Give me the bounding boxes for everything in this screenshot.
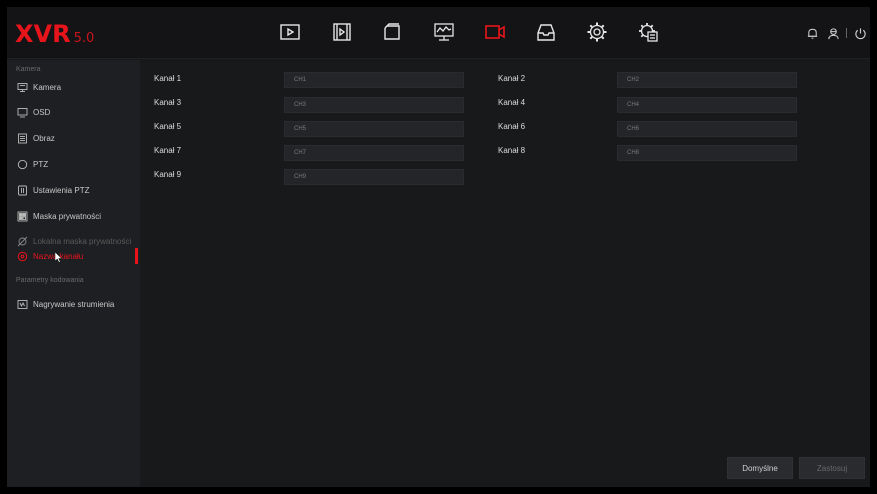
sidebar-item-label: OSD (33, 108, 51, 117)
sidebar-item-channel-name[interactable]: Nazwa kanału (7, 246, 140, 267)
channel-name-input[interactable]: CH3 (284, 97, 464, 113)
channel-label: Kanał 6 (498, 122, 526, 131)
channel-label: Kanał 1 (154, 74, 182, 83)
sidebar-group-title: Parametry kodowania (16, 277, 84, 284)
sidebar-item-label: Maska prywatności (33, 212, 102, 221)
stream-icon (17, 299, 28, 310)
channel-name-input[interactable]: CH4 (617, 97, 797, 113)
default-button[interactable]: Domyślne (727, 457, 793, 479)
channel-label: Kanał 7 (154, 146, 182, 155)
channel-name-icon (17, 251, 28, 262)
channel-name-input[interactable]: CH1 (284, 72, 464, 88)
sidebar-item-osd[interactable]: OSD (7, 102, 140, 123)
video-clip-icon[interactable] (330, 20, 354, 44)
alarm-bell-icon[interactable] (804, 25, 820, 41)
channel-name-input[interactable]: CH5 (284, 121, 464, 137)
channel-name-input[interactable]: CH6 (617, 121, 797, 137)
channel-name-panel: Kanał 1 CH1 Kanał 2 CH2 Kanał 3 CH3 Kana… (140, 60, 870, 487)
apply-button[interactable]: Zastosuj (799, 457, 865, 479)
mouse-cursor-icon (55, 252, 63, 263)
camera-list-icon (17, 82, 28, 93)
top-navigation-bar: XVR 5.0 (7, 7, 870, 59)
channel-label: Kanał 2 (498, 74, 526, 83)
sidebar-group-title: Kamera (16, 66, 41, 73)
settings-icon[interactable] (585, 20, 609, 44)
monitor-icon[interactable] (432, 20, 456, 44)
channel-label: Kanał 3 (154, 98, 182, 107)
sidebar-item-label: Obraz (33, 134, 55, 143)
sidebar-item-stream-recording[interactable]: Nagrywanie strumienia (7, 294, 140, 315)
files-icon[interactable] (381, 20, 405, 44)
sidebar-item-ptz[interactable]: PTZ (7, 154, 140, 175)
power-icon[interactable] (852, 25, 868, 41)
sidebar-item-label: PTZ (33, 160, 49, 169)
system-settings-icon[interactable] (636, 20, 660, 44)
sidebar-item-ptz-settings[interactable]: Ustawienia PTZ (7, 180, 140, 201)
osd-monitor-icon (17, 107, 28, 118)
user-icon[interactable] (825, 25, 841, 41)
channel-label: Kanał 8 (498, 146, 526, 155)
header-separator (846, 28, 847, 38)
storage-icon[interactable] (534, 20, 558, 44)
header-right-icons (804, 23, 870, 43)
sidebar-item-label: Ustawienia PTZ (33, 186, 90, 195)
ptz-settings-icon (17, 185, 28, 196)
sidebar-item-label: Nagrywanie strumienia (33, 300, 115, 309)
sidebar-item-label: Lokalna maska prywatności (33, 237, 132, 246)
image-icon (17, 133, 28, 144)
channel-name-input[interactable]: CH2 (617, 72, 797, 88)
camera-icon[interactable] (483, 20, 507, 44)
channel-label: Kanał 4 (498, 98, 526, 107)
privacy-mask-icon (17, 211, 28, 222)
playback-icon[interactable] (278, 20, 302, 44)
channel-name-input[interactable]: CH9 (284, 169, 464, 185)
sidebar-item-camera[interactable]: Kamera (7, 77, 140, 98)
channel-name-input[interactable]: CH7 (284, 145, 464, 161)
channel-label: Kanał 9 (154, 170, 182, 179)
sidebar-item-image[interactable]: Obraz (7, 128, 140, 149)
app-window: XVR 5.0 Kamera Kamera OSD Obraz PTZ Usta… (7, 7, 870, 487)
logo-version: 5.0 (73, 31, 95, 46)
sidebar-item-privacy-mask[interactable]: Maska prywatności (7, 206, 140, 227)
channel-label: Kanał 5 (154, 122, 182, 131)
active-indicator (135, 248, 138, 264)
channel-name-input[interactable]: CH8 (617, 145, 797, 161)
sidebar: Kamera Kamera OSD Obraz PTZ Ustawienia P… (7, 60, 140, 487)
logo-brand: XVR (15, 20, 71, 48)
sidebar-item-label: Kamera (33, 83, 62, 92)
logo: XVR 5.0 (15, 20, 95, 48)
ptz-icon (17, 159, 28, 170)
